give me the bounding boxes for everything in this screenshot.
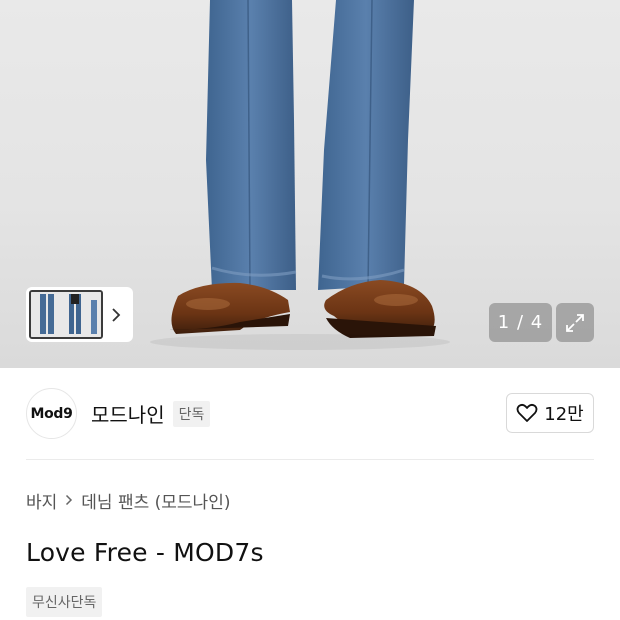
- heart-icon: [516, 403, 538, 422]
- exclusive-badge: 단독: [172, 400, 211, 427]
- breadcrumb-item-subcategory[interactable]: 데님 팬츠 (모드나인): [81, 488, 230, 513]
- product-image-gallery[interactable]: 1 / 4: [0, 0, 620, 368]
- thumbnail-image[interactable]: [29, 290, 103, 339]
- breadcrumb-item-category[interactable]: 바지: [26, 488, 57, 513]
- like-count: 12만: [544, 404, 584, 425]
- product-title: Love Free - MOD7s: [26, 538, 264, 567]
- brand-logo[interactable]: Mod9: [26, 388, 77, 439]
- thumbnail-strip[interactable]: [26, 287, 133, 342]
- chevron-right-icon[interactable]: [103, 290, 129, 339]
- image-counter: 1 / 4: [489, 303, 552, 342]
- breadcrumb: 바지 데님 팬츠 (모드나인): [26, 488, 594, 513]
- brand-name[interactable]: 모드나인: [91, 399, 165, 428]
- expand-icon[interactable]: [556, 303, 594, 342]
- brand-row: Mod9 모드나인 단독 12만: [26, 368, 594, 460]
- chevron-right-icon: [65, 491, 73, 510]
- product-tag: 무신사단독: [26, 587, 103, 617]
- like-button[interactable]: 12만: [506, 393, 594, 433]
